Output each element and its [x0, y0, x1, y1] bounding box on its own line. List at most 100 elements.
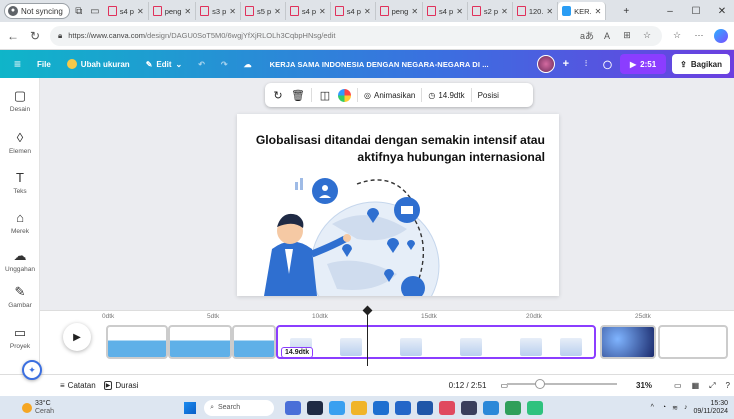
close-tab-icon[interactable]: ✕ — [501, 7, 508, 16]
avatar[interactable] — [536, 55, 555, 73]
browser-tab[interactable]: KER. ✕ — [558, 2, 607, 20]
browser-tab[interactable]: s4 p ✕ — [286, 2, 331, 20]
close-tab-icon[interactable]: ✕ — [546, 7, 553, 16]
profile-sync-button[interactable]: ● Not syncing — [4, 3, 70, 19]
browser-tab[interactable]: s4 p ✕ — [423, 2, 468, 20]
notes-button[interactable]: ≡ Catatan — [60, 381, 96, 390]
copilot-icon[interactable] — [714, 28, 728, 43]
read-aloud-icon[interactable]: aあ — [580, 29, 594, 42]
taskbar-app-icon[interactable] — [461, 400, 478, 415]
taskbar-app-icon[interactable] — [351, 400, 368, 415]
timeline-clip-thumbnail[interactable] — [106, 325, 168, 359]
duration-button[interactable]: ◷ 14.9dtk — [428, 91, 464, 100]
position-button[interactable]: Posisi — [478, 91, 499, 100]
browser-tab[interactable]: s4 p ✕ — [104, 2, 149, 20]
new-tab-button[interactable]: + — [614, 6, 638, 17]
analytics-icon[interactable]: ⫶ — [577, 59, 595, 69]
zoom-slider-track[interactable] — [507, 383, 617, 385]
clock-date[interactable]: 09/11/2024 — [693, 408, 728, 416]
magic-assistant-button[interactable]: ✦ — [22, 360, 42, 380]
weather-widget[interactable]: 33°C Cerah — [22, 400, 54, 416]
document-title[interactable]: KERJA SAMA INDONESIA DENGAN NEGARA-NEGAR… — [270, 60, 489, 69]
taskbar-app-icon[interactable] — [307, 400, 324, 415]
taskbar-app-icon[interactable] — [483, 400, 500, 415]
taskbar-app-icon[interactable] — [373, 400, 390, 415]
file-menu[interactable]: File — [29, 60, 59, 69]
tray-chevron-icon[interactable]: ^ — [651, 404, 654, 411]
refresh-icon[interactable]: ↻ — [28, 29, 42, 43]
grid-view-icon[interactable]: ▦ — [692, 381, 700, 390]
taskbar-app-icon[interactable] — [329, 400, 346, 415]
back-icon[interactable]: ← — [6, 29, 20, 43]
taskbar-app-icon[interactable] — [505, 400, 522, 415]
comment-icon[interactable]: ◯ — [595, 60, 620, 69]
timeline-clip-thumbnail[interactable] — [658, 325, 728, 359]
browser-tab[interactable]: s5 p ✕ — [241, 2, 286, 20]
resize-button[interactable]: Ubah ukuran — [59, 59, 138, 69]
taskbar-app-icon[interactable] — [527, 400, 544, 415]
text-size-icon[interactable]: A — [600, 31, 614, 41]
browser-tab[interactable]: s4 p ✕ — [331, 2, 376, 20]
close-tab-icon[interactable]: ✕ — [319, 7, 326, 16]
taskbar-app-icon[interactable] — [439, 400, 456, 415]
taskbar-app-icon[interactable] — [395, 400, 412, 415]
tray-wifi-icon[interactable]: ≋ — [672, 404, 678, 412]
close-tab-icon[interactable]: ✕ — [229, 7, 236, 16]
close-window-button[interactable]: ✕ — [710, 6, 734, 17]
close-tab-icon[interactable]: ✕ — [184, 7, 191, 16]
browser-tab[interactable]: 120. ✕ — [513, 2, 559, 20]
maximize-button[interactable]: ☐ — [684, 6, 708, 17]
timeline-play-button[interactable]: ▶ — [63, 323, 91, 351]
page-view-icon[interactable]: ▭ — [674, 381, 682, 390]
fullscreen-icon[interactable]: ⤢ — [709, 381, 715, 391]
sidebar-item-elemen[interactable]: ◊ Elemen — [0, 130, 40, 155]
close-tab-icon[interactable]: ✕ — [456, 7, 463, 16]
clock-time[interactable]: 15:30 — [710, 400, 728, 408]
extensions-icon[interactable]: ⊞ — [620, 30, 634, 41]
sidebar-item-teks[interactable]: T Teks — [0, 170, 40, 195]
close-tab-icon[interactable]: ✕ — [137, 7, 144, 16]
workspaces-icon[interactable]: ⧉ — [72, 4, 86, 18]
slide-canvas[interactable]: Globalisasi ditandai dengan semakin inte… — [237, 114, 559, 296]
favorites-bar-icon[interactable]: ☆ — [670, 30, 684, 41]
zoom-slider-handle[interactable] — [535, 379, 545, 389]
taskbar-search[interactable]: ⌕ Search — [204, 399, 275, 416]
timeline-clip-thumbnail[interactable] — [232, 325, 276, 359]
split-page-icon[interactable]: ◫ — [318, 89, 332, 102]
timeline-clip-thumbnail[interactable] — [600, 325, 656, 359]
close-tab-icon[interactable]: ✕ — [274, 7, 281, 16]
trash-icon[interactable]: 🗑︎ — [291, 89, 305, 102]
url-field[interactable]: 🔒︎ https://www.canva.com/design/DAGU0SoT… — [50, 25, 662, 46]
browser-tab[interactable]: s3 p ✕ — [196, 2, 241, 20]
refresh-element-icon[interactable]: ↻ — [271, 89, 285, 102]
sidebar-item-desain[interactable]: ▢ Desain — [0, 88, 40, 113]
tray-volume-icon[interactable]: ♪ — [684, 404, 688, 411]
redo-icon[interactable]: ↷ — [213, 60, 236, 69]
globalization-illustration[interactable] — [237, 114, 559, 296]
sidebar-item-proyek[interactable]: ▭ Proyek — [0, 325, 40, 350]
edit-menu[interactable]: ✎ Edit ⌄ — [138, 60, 191, 69]
add-collaborator-button[interactable]: + — [555, 58, 577, 70]
minimize-button[interactable]: – — [658, 6, 682, 17]
browser-tab[interactable]: s2 p ✕ — [468, 2, 513, 20]
more-options-icon[interactable]: ⋯ — [692, 30, 706, 41]
animate-button[interactable]: ◎ Animasikan — [364, 91, 415, 100]
close-tab-icon[interactable]: ✕ — [411, 7, 418, 16]
favorite-star-icon[interactable]: ☆ — [640, 30, 654, 41]
hamburger-menu-icon[interactable]: ≡ — [0, 57, 29, 71]
help-icon[interactable]: ? — [726, 381, 730, 390]
close-tab-icon[interactable]: ✕ — [364, 7, 371, 16]
browser-tab[interactable]: peng ✕ — [376, 2, 424, 20]
playhead[interactable] — [367, 308, 368, 366]
tab-actions-icon[interactable]: ▭ — [88, 4, 102, 18]
taskbar-app-icon[interactable] — [285, 400, 302, 415]
close-tab-icon[interactable]: ✕ — [595, 7, 602, 16]
share-button[interactable]: ⇪ Bagikan — [672, 54, 730, 74]
start-icon[interactable] — [184, 401, 197, 414]
sidebar-item-unggahan[interactable]: ☁ Unggahan — [0, 248, 40, 273]
undo-icon[interactable]: ↶ — [190, 60, 213, 69]
tray-network-icon[interactable]: ◔ — [662, 404, 666, 411]
duration-toggle[interactable]: ▶ Durasi — [103, 381, 138, 390]
browser-tab[interactable]: peng ✕ — [149, 2, 197, 20]
background-color-icon[interactable] — [338, 88, 351, 102]
